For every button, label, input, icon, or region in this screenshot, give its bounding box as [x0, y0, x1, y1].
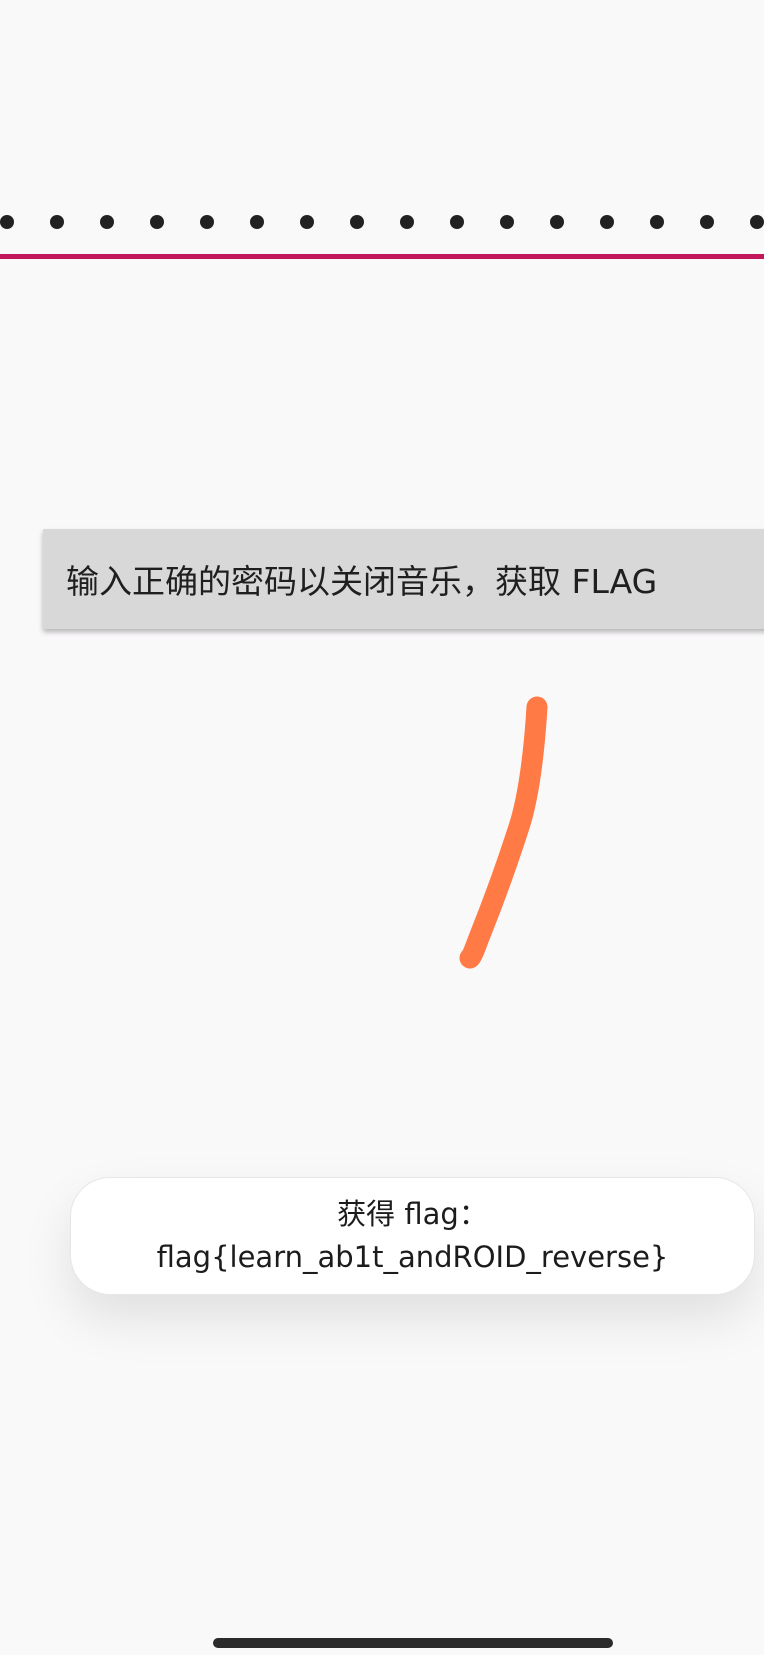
password-dot	[550, 215, 564, 229]
password-dot	[450, 215, 464, 229]
stroke-line	[459, 696, 548, 969]
close-music-get-flag-button[interactable]: 输入正确的密码以关闭音乐，获取 FLAG	[43, 529, 764, 629]
password-dot	[100, 215, 114, 229]
password-dot	[500, 215, 514, 229]
flag-toast: 获得 flag： flag{learn_ab1t_andROID_reverse…	[70, 1177, 755, 1295]
password-dot	[250, 215, 264, 229]
password-dot	[50, 215, 64, 229]
toast-line-flag: flag{learn_ab1t_andROID_reverse}	[156, 1240, 669, 1274]
password-input[interactable]	[0, 180, 764, 260]
password-dot	[700, 215, 714, 229]
password-dot	[150, 215, 164, 229]
password-dot	[750, 215, 764, 229]
password-dot	[650, 215, 664, 229]
password-underline	[0, 254, 764, 259]
toast-line-title: 获得 flag：	[337, 1197, 488, 1231]
home-indicator[interactable]	[213, 1638, 613, 1648]
password-dot	[0, 215, 14, 229]
password-mask-dots	[0, 180, 764, 260]
password-dot	[200, 215, 214, 229]
password-dot	[400, 215, 414, 229]
password-dot	[300, 215, 314, 229]
password-dot	[600, 215, 614, 229]
password-dot	[350, 215, 364, 229]
